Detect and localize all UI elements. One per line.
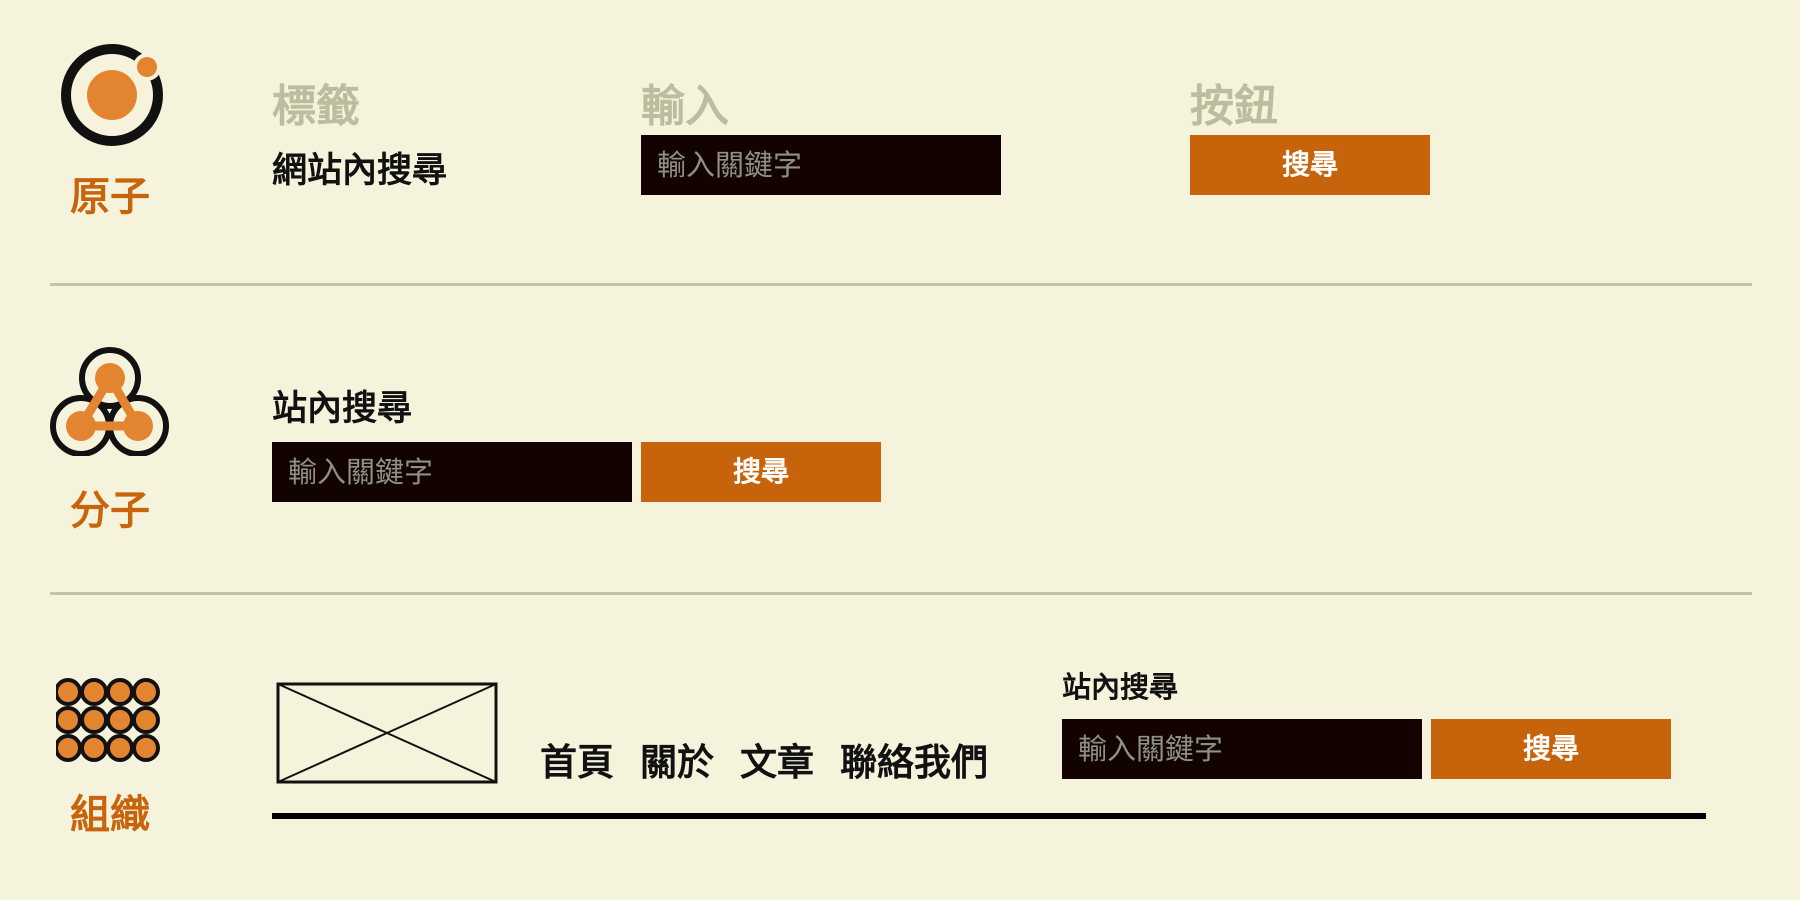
nav-item-contact[interactable]: 聯絡我們 [840,732,988,786]
molecule-label-text: 站內搜尋 [272,389,413,429]
atom-search-input[interactable]: 輸入關鍵字 [641,135,1001,195]
atom-search-button[interactable]: 搜尋 [1190,135,1430,195]
molecule-search-button[interactable]: 搜尋 [641,442,881,502]
divider [50,283,1752,286]
column-header-button: 按鈕 [1190,81,1278,132]
organism-search-input[interactable]: 輸入關鍵字 [1062,719,1422,779]
level-label-atom: 原子 [70,174,150,220]
divider [50,592,1752,595]
logo-placeholder-icon [276,682,498,784]
molecule-search-input[interactable]: 輸入關鍵字 [272,442,632,502]
column-header-input: 輸入 [641,81,729,132]
nav-item-articles[interactable]: 文章 [740,732,814,786]
nav-item-home[interactable]: 首頁 [540,732,614,786]
organism-search-button[interactable]: 搜尋 [1431,719,1671,779]
organism-icon [56,678,160,762]
main-nav: 首頁 關於 文章 聯絡我們 [540,732,988,786]
level-label-organism: 組織 [70,792,150,838]
header-underline [272,813,1706,819]
atom-icon [61,44,163,146]
atom-label-text: 網站內搜尋 [272,151,448,191]
molecule-icon [50,347,169,456]
nav-item-about[interactable]: 關於 [640,732,714,786]
level-label-molecule: 分子 [70,488,150,534]
column-header-label: 標籤 [272,81,360,132]
organism-search-label: 站內搜尋 [1062,670,1179,704]
